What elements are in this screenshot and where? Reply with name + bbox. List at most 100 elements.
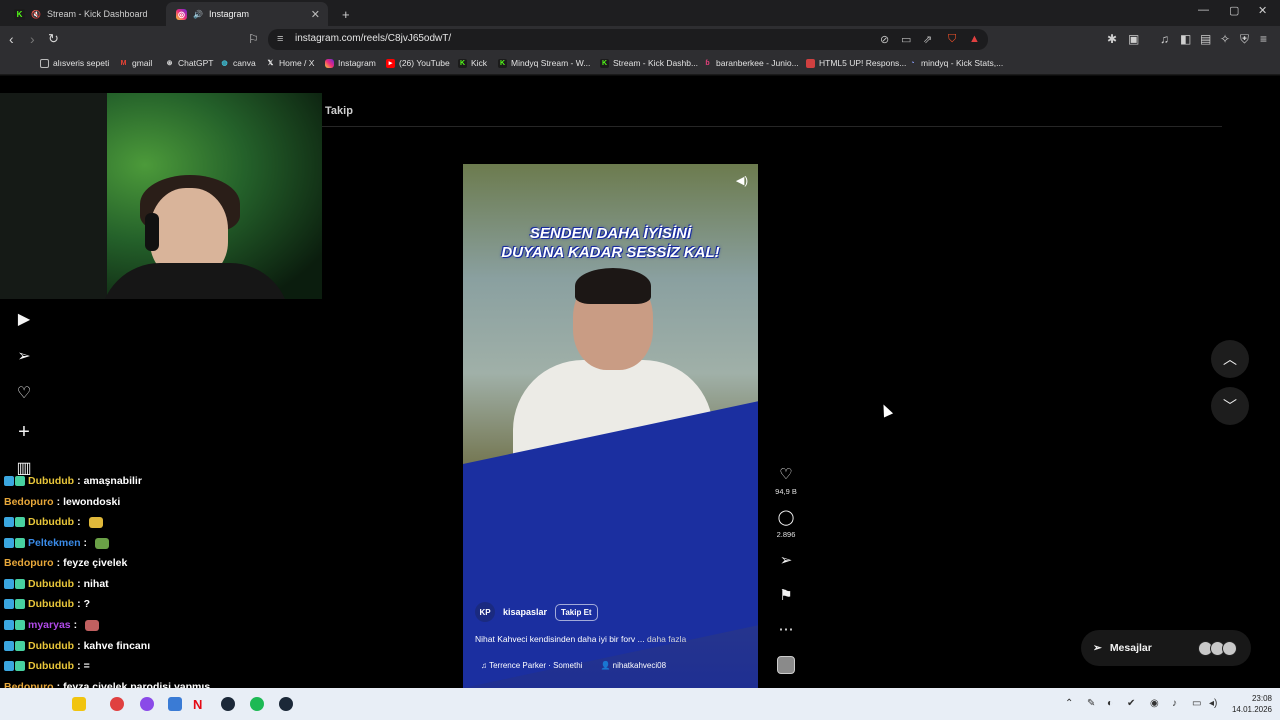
tab-search-icon[interactable]: ▣ [1128,32,1139,46]
close-tab-icon[interactable]: ✕ [311,8,320,21]
brave-browser-icon[interactable] [110,697,124,711]
tray-pen-icon[interactable]: ✎ [1087,698,1095,709]
bookmark-item[interactable]: ⊛ ChatGPT [165,58,214,68]
bookmark-item[interactable]: Instagram [325,58,376,68]
bookmark-item[interactable]: K Kick [458,58,487,68]
music-icon[interactable]: ♫ [1160,32,1169,46]
share-icon[interactable]: ➢ [775,551,797,569]
maximize-icon[interactable]: ▢ [1229,4,1239,17]
brave-shield-icon[interactable]: ⛉ [948,33,956,46]
rewards-icon[interactable]: ▲ [969,33,980,45]
minimize-icon[interactable]: — [1198,4,1209,16]
network-icon[interactable]: ▭ [1192,698,1201,709]
bookmark-item[interactable]: alısveris sepeti [40,58,109,68]
chat-badges [4,579,25,589]
tab-title: Instagram [208,9,249,19]
direct-messages-icon[interactable]: ➢ [15,348,33,366]
messages-button[interactable]: ➢ Mesajlar [1081,630,1251,666]
chat-username[interactable]: Dubudub [28,660,74,672]
bookmark-item[interactable]: Mgmail [119,58,153,68]
reel-video[interactable]: SENDEN DAHA İYİSİNİ DUYANA KADAR SESSİZ … [463,164,758,688]
follow-button[interactable]: Takip Et [555,603,598,621]
tray-chevron-icon[interactable]: ⌃ [1065,698,1073,709]
music-attribution[interactable]: ♫ Terrence Parker · Somethi [481,661,582,670]
chat-emote [95,537,110,549]
video-person-hair [575,268,651,304]
share-icon[interactable]: ⇗ [923,33,932,46]
webcam-overlay [0,93,322,299]
bookmark-icon[interactable]: ⚐ [248,31,259,47]
tagged-user[interactable]: 👤 nihatkahveci08 [600,661,666,670]
app-icon[interactable] [140,697,154,711]
bookmark-item[interactable]: ◍ canva [220,58,255,68]
reload-icon[interactable]: ↻ [48,31,59,47]
save-icon[interactable]: ⚑ [775,586,797,604]
chat-username[interactable]: Peltekmen [28,537,81,549]
clock[interactable]: 23:08 14.01.2026 [1232,693,1272,715]
tab-kick-dashboard[interactable]: K 🔇 Stream - Kick Dashboard [4,2,166,26]
steam-icon[interactable] [279,697,293,711]
chat-separator: : [56,557,61,569]
site-info-icon[interactable]: ≡ [277,33,283,45]
next-reel-button[interactable]: ﹀ [1211,387,1249,425]
badge-icon [4,620,14,630]
more-link[interactable]: daha fazla [647,634,686,644]
chat-username[interactable]: Bedopuro [4,496,54,508]
reels-icon[interactable]: ▶ [15,311,33,329]
new-tab-button[interactable]: + [332,2,352,26]
bookmark-item[interactable]: K Mindyq Stream - W... [498,58,590,68]
bookmark-item[interactable]: 𝕏 Home / X [266,58,315,68]
author-username[interactable]: kisapaslar [503,607,547,617]
more-options-icon[interactable]: ⋯ [775,620,797,638]
vscode-icon[interactable] [168,697,182,711]
previous-reel-button[interactable]: ︿ [1211,340,1249,378]
audio-thumbnail[interactable] [777,656,795,674]
create-plus-icon[interactable]: + [15,422,33,442]
volume-icon[interactable]: ◀) [736,174,748,187]
following-header[interactable]: Takip [325,105,353,117]
steam-icon[interactable] [221,697,235,711]
close-window-icon[interactable]: ✕ [1258,4,1267,17]
chat-username[interactable]: myaryas [28,619,71,631]
file-explorer-icon[interactable] [72,697,86,711]
chat-username[interactable]: Dubudub [28,475,74,487]
chat-username[interactable]: Dubudub [28,578,74,590]
forward-icon[interactable]: › [30,31,35,47]
chat-username[interactable]: Dubudub [28,640,74,652]
chat-username[interactable]: Dubudub [28,598,74,610]
bookmark-item[interactable]: ▸ (26) YouTube [386,58,450,68]
netflix-icon[interactable]: N [193,697,207,712]
comment-icon[interactable]: ◯ [775,508,797,526]
camera-off-icon[interactable]: ⊘ [880,33,889,46]
tray-app-icon[interactable]: ✔ [1127,698,1135,709]
spotify-icon[interactable] [250,697,264,711]
address-bar[interactable]: ≡ instagram.com/reels/C8jvJ65odwT/ ⊘ ▭ ⇗… [268,29,988,50]
extensions-icon[interactable]: ✱ [1107,32,1117,46]
discord-icon[interactable]: ◐ [1107,698,1113,709]
badge-icon [4,476,14,486]
url-text[interactable]: instagram.com/reels/C8jvJ65odwT/ [295,33,451,44]
chat-username[interactable]: Dubudub [28,516,74,528]
menu-icon[interactable]: ≡ [1260,32,1267,46]
chat-text: amaşnabilir [83,475,142,487]
wallet-icon[interactable]: ▤ [1200,32,1211,46]
cast-icon[interactable]: ▭ [901,33,911,46]
bookmark-item[interactable]: ɓ baranberkee - Junio... [703,58,798,68]
vpn-shield-icon[interactable]: ⛨ [1240,32,1249,47]
microphone-icon[interactable]: ♪ [1172,698,1177,709]
chat-username[interactable]: Bedopuro [4,557,54,569]
author-avatar[interactable]: KP [475,602,495,622]
notifications-heart-icon[interactable]: ♡ [15,385,33,403]
like-icon[interactable]: ♡ [775,465,797,483]
back-icon[interactable]: ‹ [9,31,14,47]
chat-text: feyze çivelek [63,557,128,569]
sidebar-icon[interactable]: ◧ [1180,32,1191,46]
leo-ai-icon[interactable]: ✧ [1220,32,1230,46]
bookmark-item[interactable]: K Stream - Kick Dashb... [600,58,698,68]
tray-app-icon[interactable]: ◉ [1150,698,1159,709]
bookmark-item[interactable]: ◔ mindyq - Kick Stats,... [908,58,1003,68]
tab-instagram[interactable]: ◎ 🔊 Instagram ✕ [166,2,328,26]
bookmark-item[interactable]: HTML5 UP! Respons... [806,58,906,68]
volume-tray-icon[interactable]: ◂) [1209,698,1217,709]
chat-separator: : [77,475,81,487]
